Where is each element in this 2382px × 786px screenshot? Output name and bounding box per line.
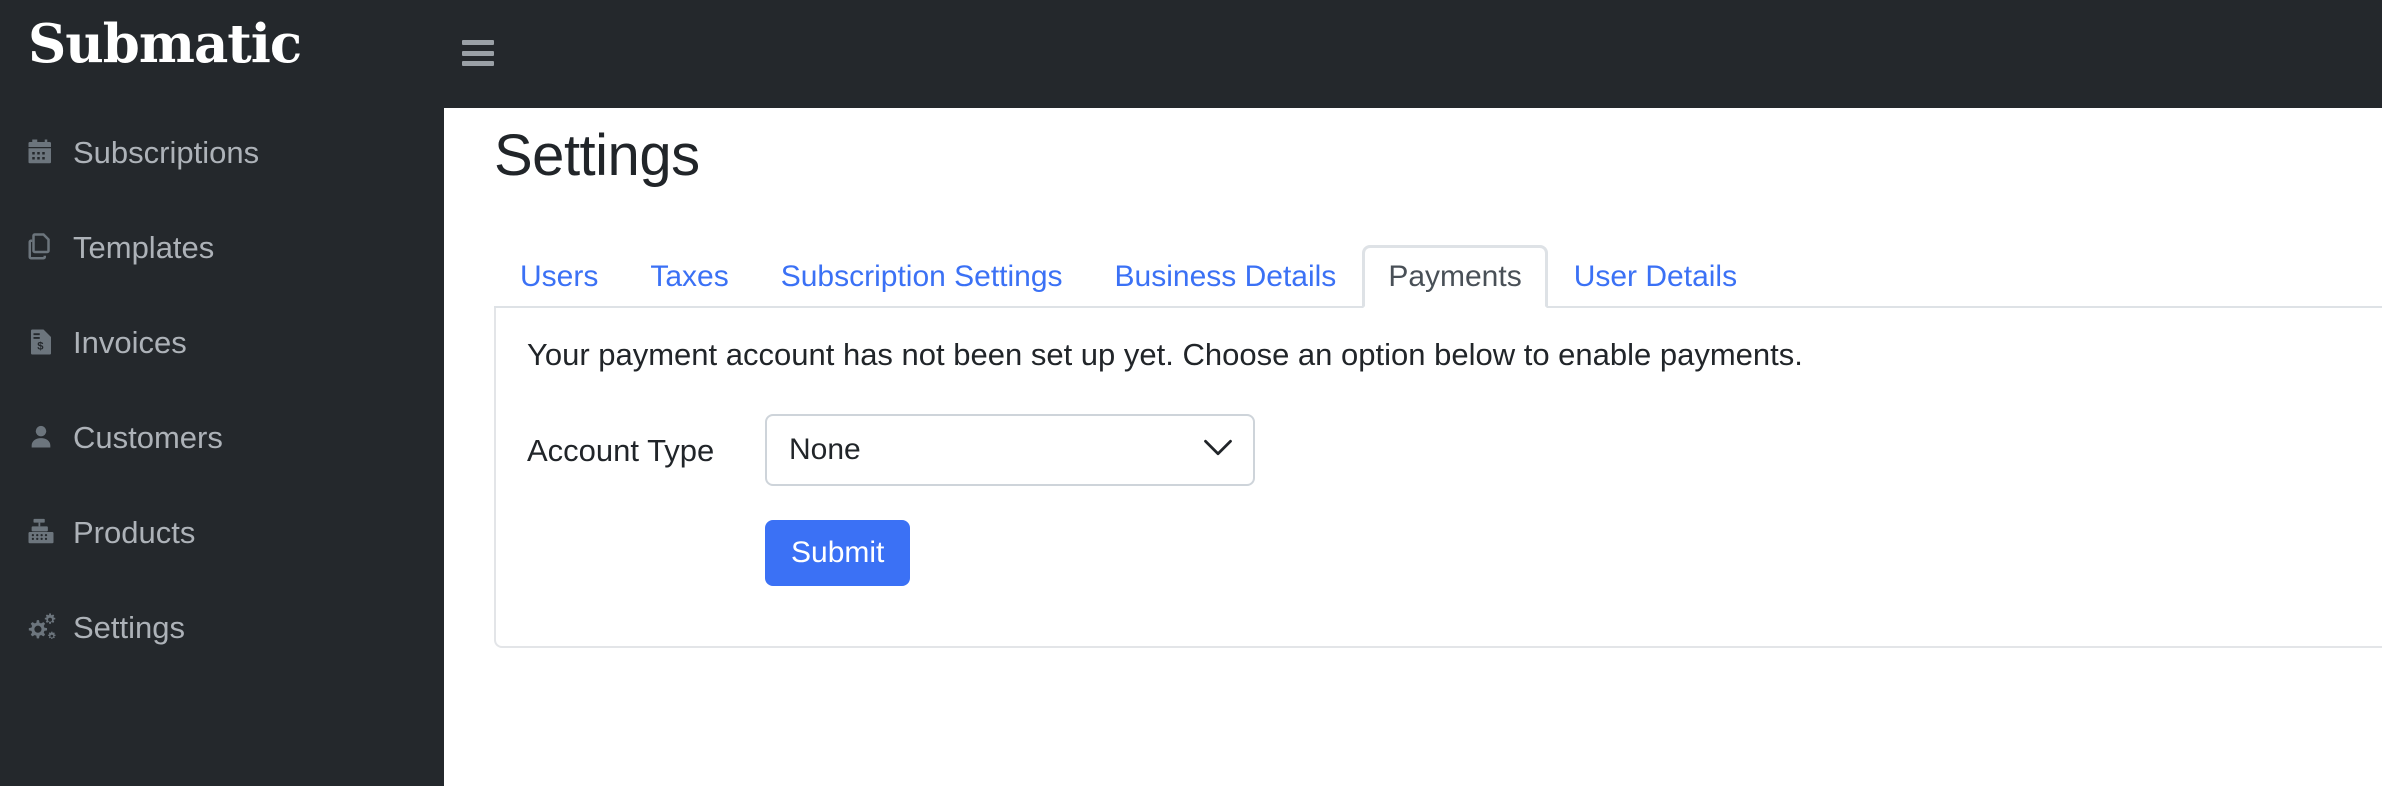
- submit-row: Submit: [765, 520, 911, 586]
- tab-users[interactable]: Users: [494, 245, 624, 309]
- sidebar-item-products[interactable]: Products: [0, 508, 444, 556]
- sidebar-nav: Subscriptions Templates $ Invoices Custo…: [0, 128, 444, 698]
- payments-panel: Your payment account has not been set up…: [494, 308, 2382, 648]
- cogs-icon: [25, 611, 57, 643]
- sidebar-item-label: Subscriptions: [73, 134, 260, 170]
- main-content: Settings Users Taxes Subscription Settin…: [444, 108, 2382, 786]
- sidebar-item-subscriptions[interactable]: Subscriptions: [0, 128, 444, 176]
- payments-notice: Your payment account has not been set up…: [527, 337, 1803, 372]
- tab-payments[interactable]: Payments: [1362, 245, 1548, 309]
- svg-text:$: $: [37, 341, 44, 353]
- sidebar-item-customers[interactable]: Customers: [0, 413, 444, 461]
- settings-tabs: Users Taxes Subscription Settings Busine…: [494, 245, 2382, 309]
- app-root: Submatic Subscriptions Templates $ Invoi…: [0, 0, 2382, 786]
- account-type-row: Account Type None: [527, 414, 1527, 486]
- sidebar-item-settings[interactable]: Settings: [0, 603, 444, 651]
- account-type-label: Account Type: [527, 432, 715, 468]
- cash-register-icon: [25, 516, 57, 548]
- sidebar-item-label: Invoices: [73, 324, 187, 360]
- hamburger-bar: [462, 50, 494, 56]
- copy-documents-icon: [25, 231, 57, 263]
- person-icon: [25, 421, 57, 453]
- sidebar: Submatic Subscriptions Templates $ Invoi…: [0, 0, 444, 786]
- hamburger-bar: [462, 40, 494, 45]
- account-type-select[interactable]: None: [765, 414, 1255, 486]
- sidebar-item-label: Products: [73, 514, 196, 550]
- account-type-select-wrapper: None: [765, 414, 1255, 486]
- submit-button[interactable]: Submit: [765, 520, 911, 586]
- hamburger-icon[interactable]: [462, 40, 494, 66]
- brand-logo[interactable]: Submatic: [28, 18, 302, 71]
- tab-taxes[interactable]: Taxes: [624, 245, 754, 309]
- sidebar-item-label: Customers: [73, 419, 223, 455]
- tab-subscription-settings[interactable]: Subscription Settings: [755, 245, 1089, 309]
- sidebar-item-label: Templates: [73, 229, 215, 265]
- page-title: Settings: [494, 123, 700, 188]
- tab-user-details[interactable]: User Details: [1548, 245, 1763, 309]
- sidebar-item-invoices[interactable]: $ Invoices: [0, 318, 444, 366]
- sidebar-item-label: Settings: [73, 609, 186, 645]
- hamburger-bar: [462, 61, 494, 66]
- tab-business-details[interactable]: Business Details: [1089, 245, 1363, 309]
- calendar-icon: [25, 136, 57, 168]
- sidebar-item-templates[interactable]: Templates: [0, 223, 444, 271]
- invoice-dollar-icon: $: [25, 326, 57, 358]
